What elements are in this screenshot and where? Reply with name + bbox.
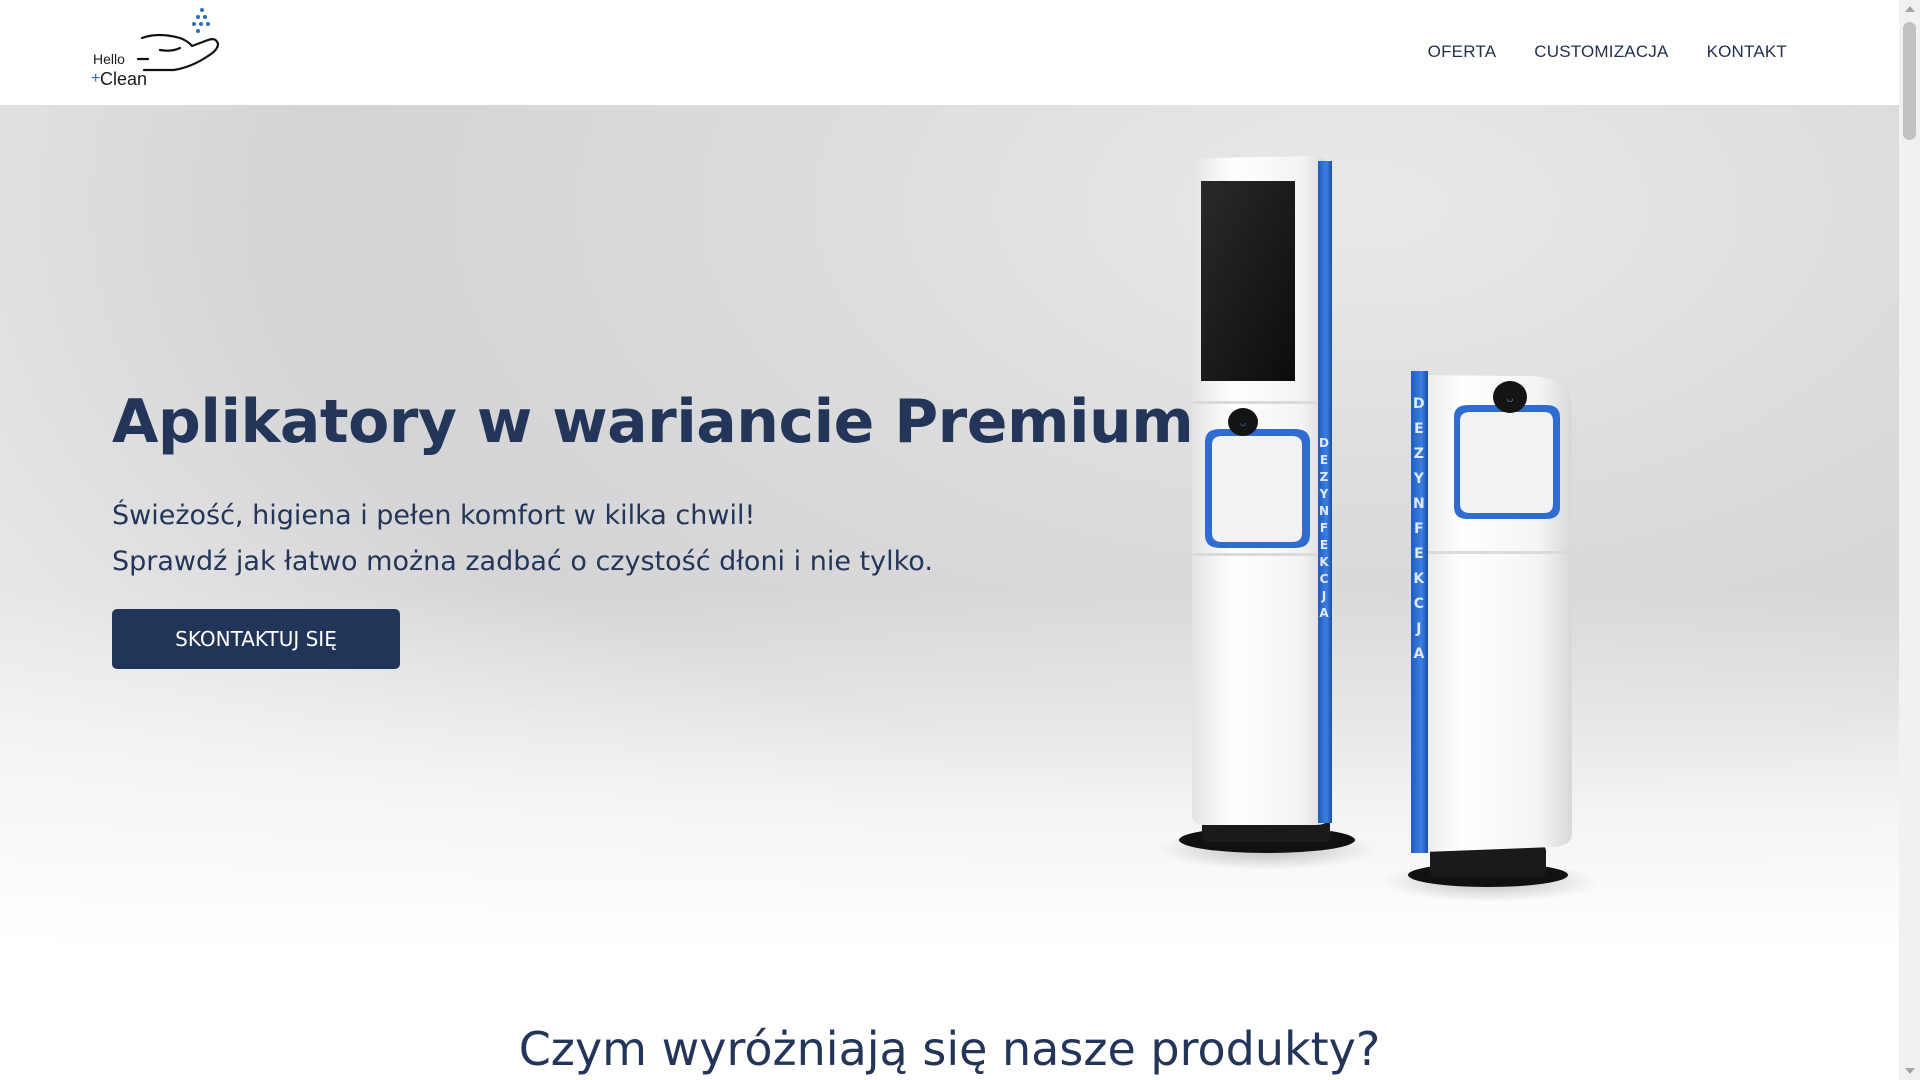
stripe-letter: F [1414, 521, 1424, 537]
brand-logo[interactable]: Hello + Clean [88, 4, 238, 94]
hero-title: Aplikatory w wariancie Premium [112, 387, 1194, 457]
stripe-letter: J [1416, 621, 1422, 637]
kiosk-left-stripe-text: DEZYNFEKCJA [1319, 437, 1329, 619]
stripe-letter: A [1319, 606, 1329, 620]
scroll-down-arrow-icon[interactable] [1905, 1068, 1915, 1074]
stripe-letter: K [1319, 555, 1329, 569]
stripe-letter: E [1319, 453, 1329, 467]
hero-section: Aplikatory w wariancie Premium Świeżość,… [0, 105, 1899, 949]
site-header: Hello + Clean OFERTA CUSTOMIZACJA KONTAK… [0, 0, 1899, 105]
stripe-letter: N [1413, 496, 1425, 512]
stripe-letter: C [1413, 596, 1424, 612]
hero-subtitle-line1: Świeżość, higiena i pełen komfort w kilk… [112, 500, 756, 531]
kiosk-right-stripe-text: DEZYNFEKCJA [1413, 397, 1425, 661]
stripe-letter: K [1413, 571, 1425, 587]
stripe-letter: Z [1319, 470, 1329, 484]
scroll-thumb[interactable] [1903, 22, 1916, 140]
logo-text-clean: Clean [100, 69, 148, 89]
nav-item-customizacja[interactable]: CUSTOMIZACJA [1534, 42, 1668, 62]
hero-subtitle: Świeżość, higiena i pełen komfort w kilk… [112, 493, 933, 585]
stripe-letter: Y [1319, 487, 1329, 501]
stripe-letter: A [1413, 646, 1425, 662]
stripe-letter: E [1319, 538, 1329, 552]
stripe-letter: J [1321, 589, 1327, 603]
logo-text-hello: Hello [93, 51, 125, 67]
svg-text:◡: ◡ [1507, 394, 1514, 403]
stripe-letter: E [1414, 546, 1424, 562]
hero-subtitle-line2: Sprawdź jak łatwo można zadbać o czystoś… [112, 546, 933, 577]
stripe-letter: Y [1413, 471, 1424, 487]
kiosks-image: ◡ ◡ [1157, 156, 1600, 902]
kiosk-illustration: ◡ ◡ DEZYNFEKCJA DEZYNFEKCJA [1150, 145, 1600, 925]
stripe-letter: F [1319, 521, 1329, 535]
stripe-letter: N [1319, 504, 1330, 518]
logo-plus: + [91, 70, 101, 87]
stripe-letter: D [1319, 436, 1329, 450]
nav-item-kontakt[interactable]: KONTAKT [1707, 42, 1787, 62]
stripe-letter: D [1413, 396, 1425, 412]
page-scrollbar[interactable] [1899, 0, 1920, 1080]
page: Hello + Clean OFERTA CUSTOMIZACJA KONTAK… [0, 0, 1899, 1080]
contact-button[interactable]: SKONTAKTUJ SIĘ [112, 609, 400, 669]
stripe-letter: C [1319, 572, 1329, 586]
svg-text:◡: ◡ [1240, 419, 1246, 427]
scroll-up-arrow-icon[interactable] [1905, 6, 1915, 12]
nav-item-oferta[interactable]: OFERTA [1428, 42, 1497, 62]
section-title: Czym wyróżniają się nasze produkty? [518, 1022, 1381, 1076]
main-nav: OFERTA CUSTOMIZACJA KONTAKT [1428, 42, 1787, 62]
stripe-letter: Z [1413, 446, 1424, 462]
stripe-letter: E [1414, 421, 1424, 437]
